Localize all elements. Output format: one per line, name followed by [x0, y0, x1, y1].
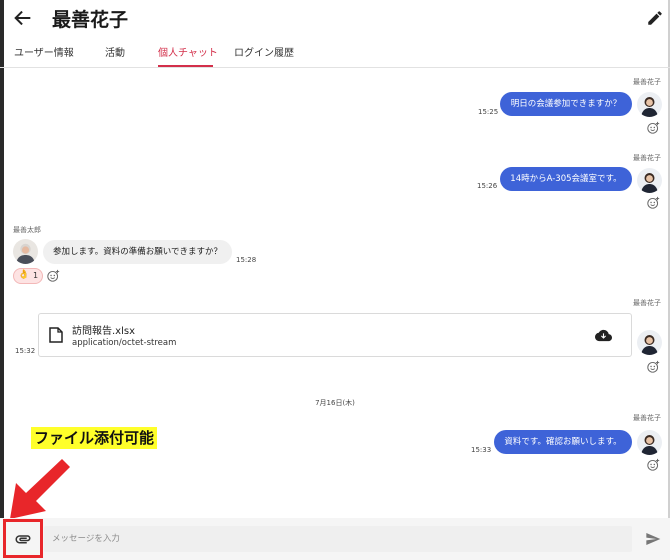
date-separator: 7月16日(木) — [315, 399, 355, 407]
message-sender: 最善太郎 — [13, 226, 41, 234]
message-sender: 最善花子 — [633, 154, 661, 162]
message-bubble: 14時からA-305会議室です。 — [500, 167, 632, 191]
chat-screen: 最善花子 ユーザー情報 活動 個人チャット ログイン履歴 最善花子 明日の会議参… — [0, 0, 670, 560]
message-time: 15:33 — [471, 446, 492, 454]
tab-activity[interactable]: 活動 — [105, 44, 125, 59]
message-time: 15:25 — [478, 108, 499, 116]
page-title: 最善花子 — [52, 9, 129, 31]
annotation-arrow — [10, 459, 70, 519]
message-bubble: 明日の会議参加できますか？ — [500, 92, 632, 116]
cloud-download-icon[interactable] — [595, 327, 612, 344]
reaction-chip[interactable]: 👌 1 — [13, 268, 43, 284]
file-attachment-card[interactable]: 訪問報告.xlsx application/octet-stream — [38, 313, 632, 357]
message-sender: 最善花子 — [633, 299, 661, 307]
tab-bar: ユーザー情報 活動 個人チャット ログイン履歴 — [0, 38, 670, 68]
send-icon[interactable] — [645, 531, 661, 547]
add-reaction-icon[interactable] — [647, 458, 660, 471]
tab-user-info[interactable]: ユーザー情報 — [14, 44, 74, 59]
file-name: 訪問報告.xlsx — [72, 326, 136, 337]
tab-personal-chat[interactable]: 個人チャット — [158, 44, 218, 59]
add-reaction-icon[interactable] — [47, 269, 60, 282]
avatar — [637, 430, 662, 455]
message-sender: 最善花子 — [633, 414, 661, 422]
reaction-count: 1 — [33, 271, 39, 280]
message-bubble: 参加します。資料の準備お願いできますか？ — [43, 240, 232, 264]
avatar — [637, 92, 662, 117]
pencil-icon[interactable] — [646, 9, 664, 27]
message-time: 15:28 — [236, 256, 257, 264]
message-bubble: 資料です。確認お願いします。 — [494, 430, 632, 454]
window-edge-left — [0, 0, 4, 518]
add-reaction-icon[interactable] — [647, 196, 660, 209]
file-mime-type: application/octet-stream — [72, 338, 177, 348]
avatar — [13, 239, 38, 264]
add-reaction-icon[interactable] — [647, 360, 660, 373]
app-header: 最善花子 — [0, 0, 670, 36]
add-reaction-icon[interactable] — [647, 121, 660, 134]
annotation-label: ファイル添付可能 — [31, 427, 158, 449]
active-tab-indicator — [158, 65, 213, 67]
tab-login-history[interactable]: ログイン履歴 — [234, 44, 294, 59]
document-icon — [49, 327, 63, 343]
message-composer — [0, 518, 670, 560]
message-sender: 最善花子 — [633, 78, 661, 86]
avatar — [637, 168, 662, 193]
avatar — [637, 330, 662, 355]
ok-hand-emoji: 👌 — [18, 270, 30, 280]
message-time: 15:26 — [477, 182, 498, 190]
arrow-left-icon[interactable] — [12, 7, 34, 29]
attach-highlight-box — [3, 519, 43, 558]
message-input[interactable] — [44, 526, 632, 552]
message-time: 15:32 — [15, 347, 36, 355]
